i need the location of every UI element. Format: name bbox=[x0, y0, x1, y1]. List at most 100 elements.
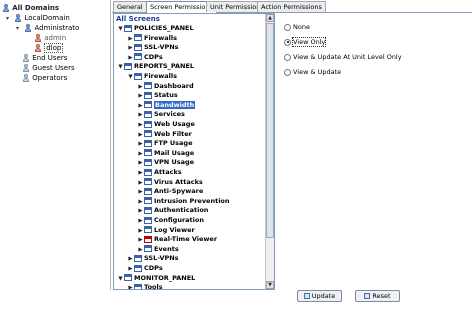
screen-tree-item[interactable]: ▶ Anti-Spyware bbox=[137, 187, 203, 196]
window-icon bbox=[124, 24, 132, 32]
scrollbar-thumb[interactable] bbox=[266, 23, 274, 238]
radio-button[interactable] bbox=[284, 23, 291, 31]
expanded-arrow-icon[interactable]: ▼ bbox=[117, 63, 124, 72]
screen-tree-item[interactable]: ▼ MONITOR_PANEL bbox=[117, 274, 195, 283]
screen-tree-item[interactable]: ▼ Firewalls bbox=[127, 72, 177, 81]
domain-tree: All Domains ▾ LocalDomain ▾ Administrato… bbox=[0, 0, 111, 290]
screens-tree: All Screens ▼ POLICIES_PANEL ▶ Firewalls ▶ SS… bbox=[113, 13, 275, 290]
screen-tree-item[interactable]: ▶ Log Viewer bbox=[137, 226, 194, 235]
screen-tree-item-label: Status bbox=[154, 91, 178, 100]
screen-tree-item[interactable]: ▶ Web Usage bbox=[137, 120, 195, 129]
window-icon bbox=[144, 130, 152, 138]
screen-tree-item[interactable]: ▶ Authentication bbox=[137, 206, 208, 215]
screen-tree-item[interactable]: ▶ Intrusion Prevention bbox=[137, 196, 230, 206]
reset-icon bbox=[364, 293, 371, 299]
tree-item-local-domain[interactable]: ▾ LocalDomain bbox=[6, 13, 70, 23]
screen-tree-item[interactable]: ▶ VPN Usage bbox=[137, 158, 194, 167]
screen-tree-item[interactable]: ▶ Dashboard bbox=[137, 81, 194, 91]
screen-tree-item-label: Intrusion Prevention bbox=[154, 196, 230, 205]
tree-item-user[interactable]: dlop bbox=[34, 43, 64, 53]
window-icon bbox=[134, 254, 142, 262]
screen-tree-item[interactable]: ▶ Mail Usage bbox=[137, 149, 194, 158]
radio-button[interactable] bbox=[284, 38, 291, 46]
screen-tree-item[interactable]: ▶ Tools bbox=[127, 283, 163, 289]
screen-tree-item[interactable]: ▶ Firewalls bbox=[127, 34, 177, 43]
screen-tree-item[interactable]: ▶ Attacks bbox=[137, 168, 182, 177]
window-icon bbox=[134, 34, 142, 42]
screen-tree-item[interactable]: ▶ Services bbox=[137, 110, 185, 119]
screen-tree-item-label: Configuration bbox=[154, 216, 204, 224]
radio-button[interactable] bbox=[284, 53, 291, 61]
window-icon bbox=[124, 274, 132, 282]
expanded-arrow-icon[interactable]: ▼ bbox=[117, 275, 124, 284]
domain-icon bbox=[2, 4, 10, 12]
screen-tree-item[interactable]: ▶ Web Filter bbox=[137, 130, 192, 139]
screen-tree-item-label: Mail Usage bbox=[154, 148, 195, 157]
tree-item-end-users[interactable]: End Users bbox=[22, 53, 67, 63]
screen-tree-item-label: CDPs bbox=[144, 264, 163, 272]
screen-tree-item-label: Firewalls bbox=[144, 72, 177, 80]
screen-tree-item[interactable]: ▶ Configuration bbox=[137, 216, 204, 225]
screen-tree-item-label: FTP Usage bbox=[154, 139, 193, 148]
screen-tree-item[interactable]: ▶ CDPs bbox=[127, 264, 163, 273]
screen-tree-item[interactable]: ▶ SSL-VPNs bbox=[127, 254, 178, 263]
screen-tree-item-label: VPN Usage bbox=[154, 158, 195, 167]
screen-tree-item-label: Real-Time Viewer bbox=[154, 235, 218, 244]
tree-item-guest-users[interactable]: Guest Users bbox=[22, 63, 75, 73]
group-icon bbox=[24, 24, 32, 32]
tab-strip: General Screen Permissions Unit Permissi… bbox=[112, 0, 472, 13]
radio-none[interactable]: None bbox=[284, 22, 310, 32]
screen-tree-item[interactable]: ▶ Real-Time Viewer bbox=[137, 235, 217, 244]
screen-tree-item-label: Web Usage bbox=[154, 120, 195, 128]
vertical-scrollbar[interactable]: ▲ ▼ bbox=[265, 14, 274, 289]
screen-tree-item[interactable]: ▼ REPORTS_PANEL bbox=[117, 62, 194, 71]
window-icon bbox=[144, 158, 152, 166]
tree-item-operators[interactable]: Operators bbox=[22, 73, 67, 83]
expanded-arrow-icon[interactable]: ▼ bbox=[127, 73, 134, 82]
radio-view-update-unit-level[interactable]: View & Update At Unit Level Only bbox=[284, 52, 402, 62]
collapse-icon[interactable]: ▾ bbox=[16, 24, 22, 34]
window-icon bbox=[144, 149, 152, 157]
reset-button[interactable]: Reset bbox=[355, 290, 400, 302]
window-icon bbox=[144, 110, 152, 118]
screen-tree-item-label: Attacks bbox=[154, 168, 182, 176]
tree-item-user[interactable]: admin bbox=[34, 33, 66, 43]
collapsed-arrow-icon[interactable]: ▶ bbox=[127, 284, 134, 289]
update-icon bbox=[303, 293, 310, 299]
screen-tree-item[interactable]: ▶ Events bbox=[137, 244, 179, 254]
screen-tree-item[interactable]: ▶ FTP Usage bbox=[137, 139, 193, 148]
window-icon bbox=[144, 197, 152, 205]
screen-tree-item-label: POLICIES_PANEL bbox=[134, 24, 194, 32]
tab-general[interactable]: General bbox=[113, 1, 147, 12]
window-icon bbox=[144, 91, 152, 99]
screen-tree-item[interactable]: ▶ Virus Attacks bbox=[137, 177, 203, 187]
window-icon bbox=[144, 245, 152, 253]
tree-item-administrators[interactable]: ▾ Administrato bbox=[16, 23, 79, 33]
radio-view-update[interactable]: View & Update bbox=[284, 67, 341, 77]
scroll-up-icon[interactable]: ▲ bbox=[266, 14, 274, 22]
screen-tree-item[interactable]: ▼ POLICIES_PANEL bbox=[117, 24, 194, 34]
screen-tree-item[interactable]: ▶ SSL-VPNs bbox=[127, 43, 178, 52]
expanded-arrow-icon[interactable]: ▼ bbox=[117, 25, 124, 34]
update-button[interactable]: Update bbox=[297, 290, 342, 302]
window-icon bbox=[134, 53, 142, 61]
permission-options: None View Only View & Update At Unit Lev… bbox=[278, 13, 402, 83]
screen-tree-item-label: Virus Attacks bbox=[154, 177, 203, 186]
screen-tree-item-label: Web Filter bbox=[154, 129, 192, 138]
screen-tree-item-label: Anti-Spyware bbox=[154, 187, 204, 196]
screen-tree-item-label: Events bbox=[154, 244, 179, 253]
domain-icon bbox=[14, 14, 22, 22]
group-icon bbox=[22, 54, 30, 62]
screen-tree-item-label: Dashboard bbox=[154, 81, 194, 90]
screen-tree-item[interactable]: ▶ Bandwidth bbox=[137, 100, 196, 110]
collapse-icon[interactable]: ▾ bbox=[6, 14, 12, 24]
radio-view-only[interactable]: View Only bbox=[284, 37, 327, 47]
screen-tree-item[interactable]: ▶ CDPs bbox=[127, 53, 162, 62]
radio-button[interactable] bbox=[284, 68, 291, 76]
scroll-down-icon[interactable]: ▼ bbox=[266, 281, 274, 289]
screen-tree-item[interactable]: ▶ Status bbox=[137, 91, 178, 100]
group-icon bbox=[22, 74, 30, 82]
screen-tree-item-label: REPORTS_PANEL bbox=[134, 62, 195, 71]
tab-action-permissions[interactable]: Action Permissions bbox=[257, 1, 326, 12]
tree-item-all-domains[interactable]: All Domains bbox=[2, 3, 59, 13]
